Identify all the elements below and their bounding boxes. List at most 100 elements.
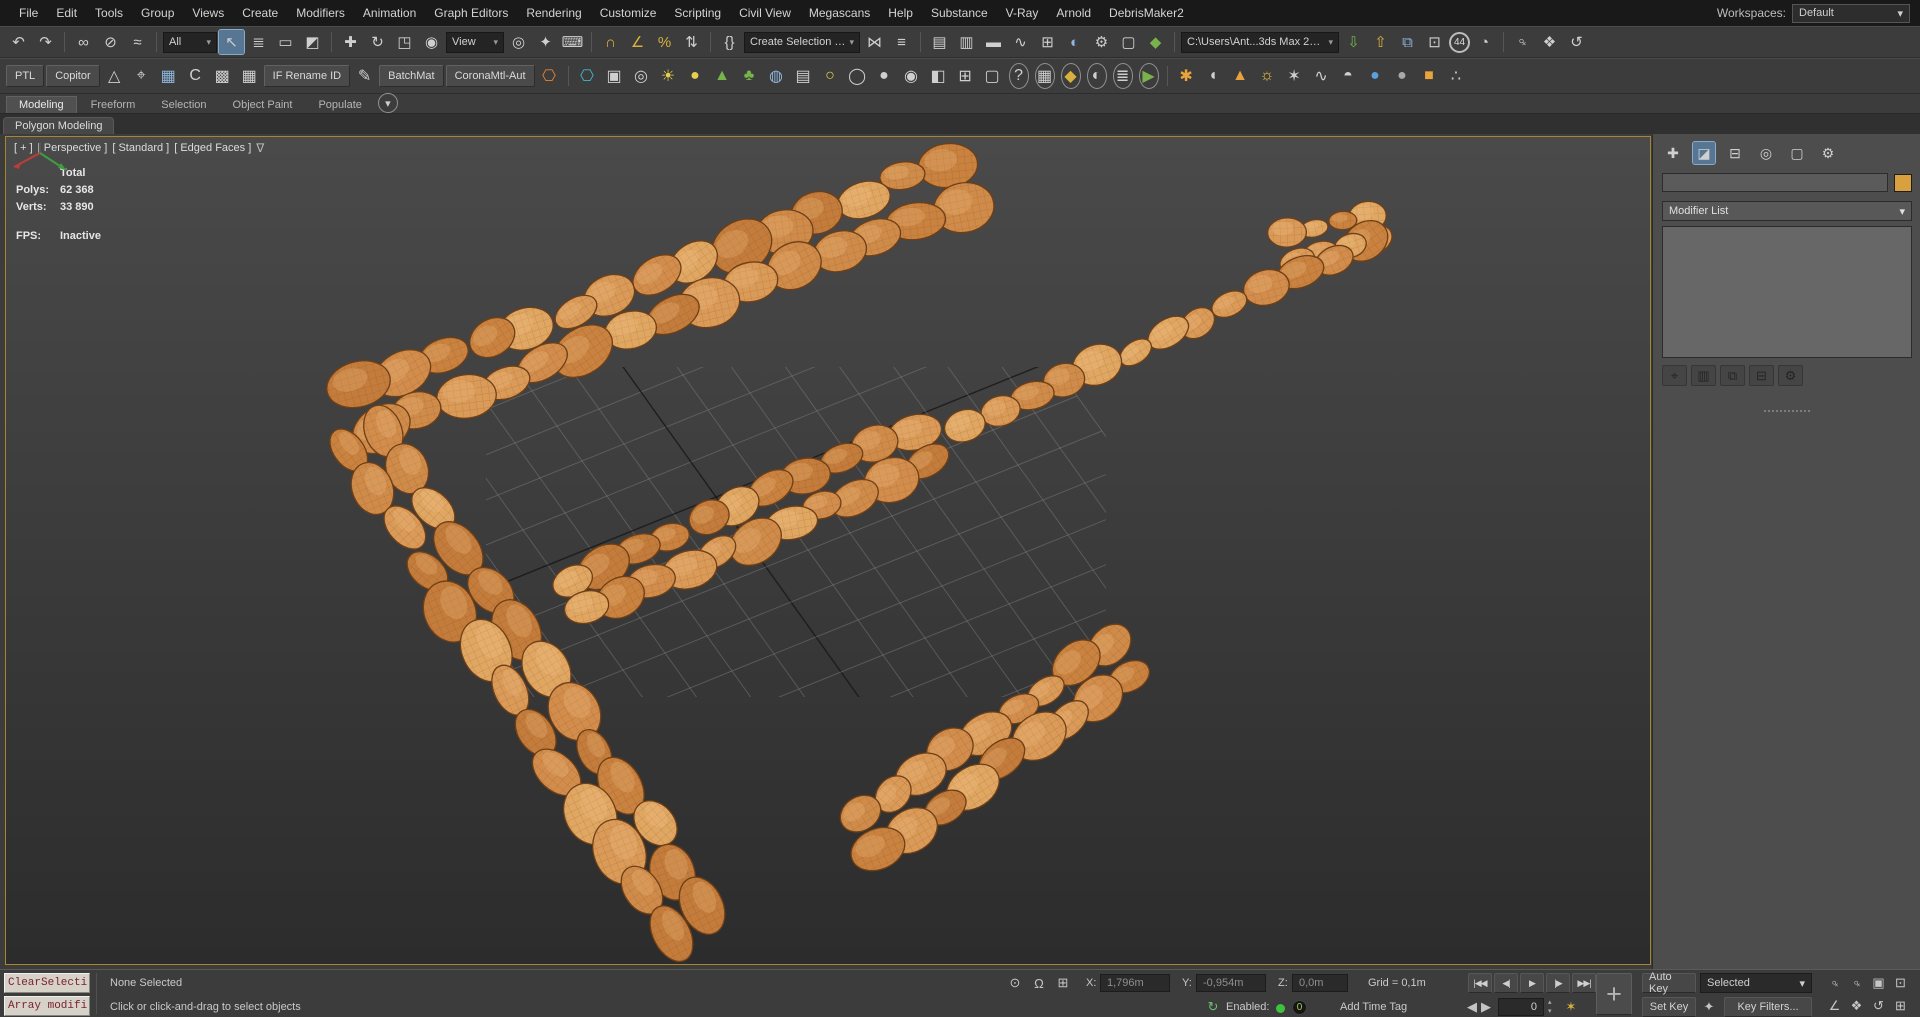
current-frame-field[interactable]: 0	[1498, 998, 1544, 1016]
teapot-render-icon[interactable]: ◍	[764, 63, 789, 89]
field-of-view-button[interactable]: ∠	[1824, 996, 1845, 1016]
named-selection-sets-icon[interactable]: {}	[717, 30, 742, 54]
previous-key-icon[interactable]: ◀	[1466, 998, 1478, 1016]
import-asset-icon[interactable]: ⇩	[1341, 30, 1366, 54]
select-move-icon[interactable]: ✚	[338, 30, 363, 54]
stack-tool-icon[interactable]: △	[102, 63, 127, 89]
utilities-tab[interactable]: ⚙	[1817, 142, 1839, 164]
paint-tool-icon[interactable]: ✎	[352, 63, 377, 89]
toggle-ribbon-icon[interactable]: ▬	[981, 30, 1006, 54]
unlink-selection-icon[interactable]: ⊘	[98, 30, 123, 54]
vray-lister-icon[interactable]: ≣	[1113, 63, 1133, 89]
sync-icon[interactable]: ↻	[1204, 998, 1222, 1016]
zoom-extents-all-button[interactable]: ⊡	[1890, 973, 1911, 993]
configure-modifier-sets-button[interactable]: ⚙	[1778, 365, 1803, 386]
notification-icon[interactable]: ◔	[1472, 30, 1497, 54]
pan-button[interactable]: ❖	[1846, 996, 1867, 1016]
pan-tool-icon[interactable]: ❖	[1537, 30, 1562, 54]
dome-icon[interactable]: ◖	[1201, 63, 1226, 89]
clear-selection-macro-button[interactable]: ClearSelecti	[4, 973, 90, 993]
toggle-scene-explorer-icon[interactable]: ▤	[927, 30, 952, 54]
key-set-dropdown[interactable]: Selected ▾	[1700, 973, 1812, 993]
menu-customize[interactable]: Customize	[591, 0, 666, 26]
select-manipulate-icon[interactable]: ✦	[533, 30, 558, 54]
uvw-checker-icon[interactable]: ▦	[156, 63, 181, 89]
grid-map-icon[interactable]: ▦	[237, 63, 262, 89]
render-production-icon[interactable]: ◆	[1143, 30, 1168, 54]
orbit-tool-icon[interactable]: ↺	[1564, 30, 1589, 54]
spinner-snap-icon[interactable]: ⇅	[679, 30, 704, 54]
modify-tab[interactable]: ◪	[1693, 142, 1715, 164]
sun-icon[interactable]: ☼	[1255, 63, 1280, 89]
schematic-view-icon[interactable]: ⊞	[1035, 30, 1060, 54]
use-pivot-center-icon[interactable]: ◎	[506, 30, 531, 54]
menu-v-ray[interactable]: V-Ray	[997, 0, 1048, 26]
viewport-canvas[interactable]	[6, 137, 1651, 965]
vray-camera-icon[interactable]: ◐	[1087, 63, 1107, 89]
key-filters-button[interactable]: Key Filters...	[1724, 997, 1812, 1017]
render-setup-icon[interactable]: ⚙	[1089, 30, 1114, 54]
select-place-icon[interactable]: ◉	[419, 30, 444, 54]
tab-object-paint[interactable]: Object Paint	[221, 97, 305, 113]
snowflake-icon[interactable]: ✶	[1282, 63, 1307, 89]
menu-group[interactable]: Group	[132, 0, 183, 26]
select-by-name-icon[interactable]: ≣	[246, 30, 271, 54]
menu-file[interactable]: File	[10, 0, 47, 26]
tab-polygon-modeling[interactable]: Polygon Modeling	[3, 117, 114, 134]
menu-debrismaker2[interactable]: DebrisMaker2	[1100, 0, 1193, 26]
export-asset-icon[interactable]: ⇧	[1368, 30, 1393, 54]
menu-megascans[interactable]: Megascans	[800, 0, 879, 26]
bulb-icon[interactable]: ○	[818, 63, 843, 89]
menu-civil-view[interactable]: Civil View	[730, 0, 800, 26]
zoom-tool-icon[interactable]: ♀	[1505, 25, 1540, 60]
keyboard-override-icon[interactable]: ⌨	[560, 30, 585, 54]
y-coord-field[interactable]: -0,954m	[1196, 974, 1266, 992]
split-view-icon[interactable]: ◧	[926, 63, 951, 89]
next-key-icon[interactable]: ▶	[1480, 998, 1492, 1016]
selection-lock-icon[interactable]: Ω	[1030, 974, 1048, 992]
array-modifier-macro-button[interactable]: Array modifi	[4, 996, 90, 1016]
if-rename-button[interactable]: IF Rename ID	[264, 65, 350, 87]
go-to-end-button[interactable]: ▶▶|	[1572, 973, 1596, 993]
snaps-toggle-icon[interactable]: ∩	[598, 30, 623, 54]
dots-icon[interactable]: ∴	[1444, 63, 1469, 89]
object-color-swatch[interactable]	[1894, 174, 1912, 192]
redo-icon[interactable]: ↷	[33, 30, 58, 54]
select-rotate-icon[interactable]: ↻	[365, 30, 390, 54]
select-scale-icon[interactable]: ◳	[392, 30, 417, 54]
maximize-viewport-button[interactable]: ⊞	[1890, 996, 1911, 1016]
viewport-menu-shading[interactable]: [ Standard ]	[112, 142, 169, 154]
percent-snap-icon[interactable]: %	[652, 30, 677, 54]
tab-freeform[interactable]: Freeform	[79, 97, 148, 113]
cube-icon[interactable]: ■	[1417, 63, 1442, 89]
set-key-button[interactable]: Set Key	[1642, 997, 1696, 1017]
material-editor-icon[interactable]: ◐	[1062, 30, 1087, 54]
display-tab[interactable]: ▢	[1786, 142, 1808, 164]
torus-icon[interactable]: ◯	[845, 63, 870, 89]
menu-graph-editors[interactable]: Graph Editors	[425, 0, 517, 26]
tab-populate[interactable]: Populate	[306, 97, 373, 113]
undo-icon[interactable]: ↶	[6, 30, 31, 54]
next-frame-button[interactable]: |▶	[1546, 973, 1570, 993]
project-folder-dropdown[interactable]: C:\Users\Ant...3ds Max 2021▾	[1181, 32, 1339, 53]
play-button[interactable]: ▶	[1520, 973, 1544, 993]
gray-sphere-icon[interactable]: ●	[1390, 63, 1415, 89]
scatter-icon[interactable]: ✱	[1174, 63, 1199, 89]
hemisphere-icon[interactable]: ◓	[1336, 63, 1361, 89]
key-mode-icon[interactable]: ✦	[1700, 998, 1718, 1016]
x-coord-field[interactable]: 1,796m	[1100, 974, 1170, 992]
named-selection-set-field[interactable]: Create Selection Se▾	[744, 32, 860, 53]
sphere-icon[interactable]: ●	[872, 63, 897, 89]
menu-modifiers[interactable]: Modifiers	[287, 0, 354, 26]
selection-filter-dropdown[interactable]: All▾	[163, 32, 217, 53]
window-crossing-icon[interactable]: ◩	[300, 30, 325, 54]
vray-frame-buffer-icon[interactable]: ▦	[1035, 63, 1055, 89]
bind-spacewarp-icon[interactable]: ≈	[125, 30, 150, 54]
cone-icon[interactable]: ▲	[1228, 63, 1253, 89]
menu-edit[interactable]: Edit	[47, 0, 86, 26]
object-name-field[interactable]	[1662, 173, 1888, 192]
pulze-icon[interactable]: ⎔	[575, 63, 600, 89]
sphere-light-icon[interactable]: ●	[683, 63, 708, 89]
ptl-button[interactable]: PTL	[6, 65, 44, 87]
spinner-up-icon[interactable]: ▴	[1548, 998, 1552, 1007]
